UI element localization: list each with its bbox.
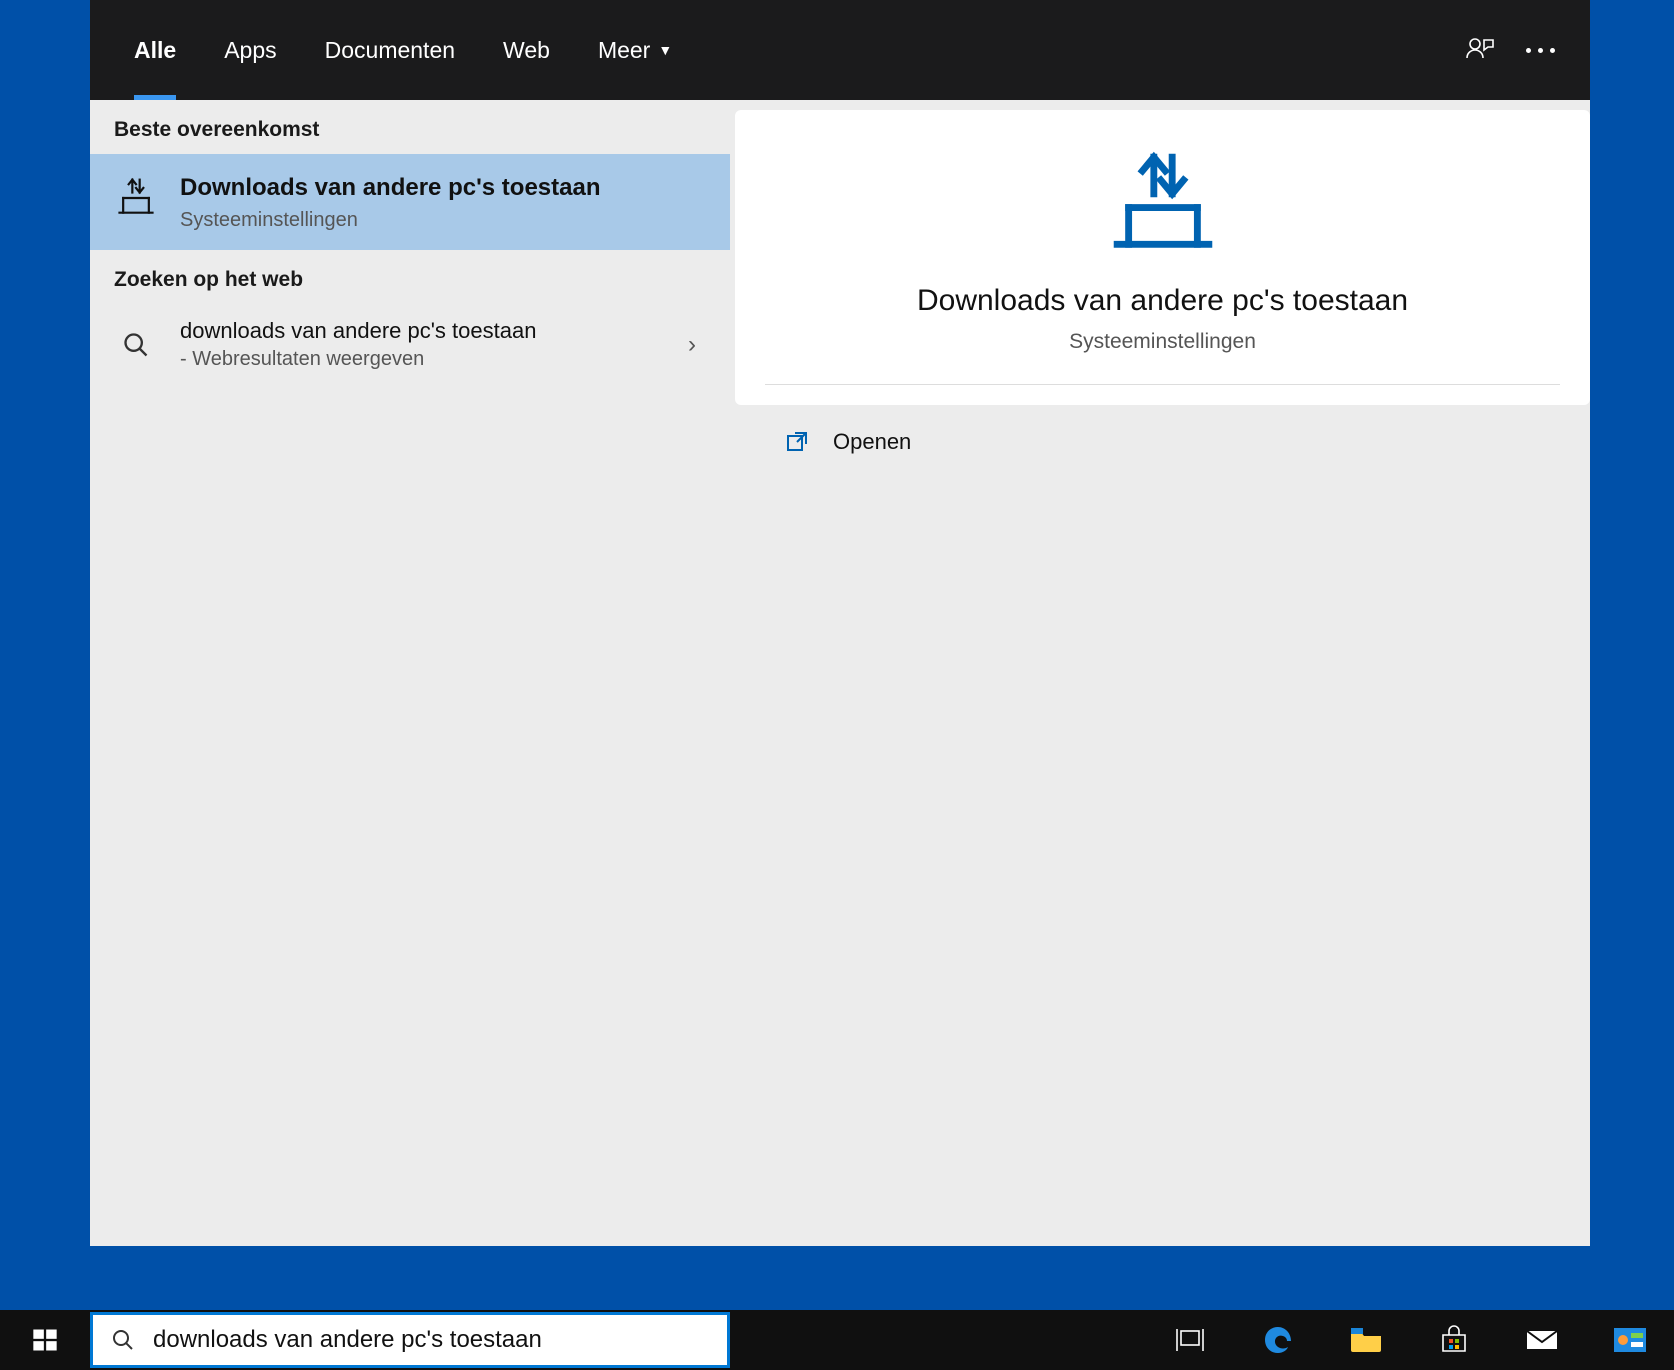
task-view-button[interactable]: [1146, 1310, 1234, 1370]
result-subtitle: - Webresultaten weergeven: [180, 348, 666, 371]
control-panel-icon: [1613, 1327, 1647, 1353]
start-button[interactable]: [0, 1310, 90, 1370]
tab-web[interactable]: Web: [479, 0, 574, 100]
open-icon: [785, 430, 809, 454]
tab-documents[interactable]: Documenten: [301, 0, 479, 100]
result-title: downloads van andere pc's toestaan: [180, 318, 666, 344]
open-action[interactable]: Openen: [735, 405, 1590, 479]
tab-label: Alle: [134, 37, 176, 64]
tab-more[interactable]: Meer ▼: [574, 0, 696, 100]
detail-pane: Downloads van andere pc's toestaan Syste…: [730, 100, 1590, 1246]
folder-icon: [1349, 1326, 1383, 1354]
result-text: Downloads van andere pc's toestaan Syste…: [180, 172, 706, 232]
search-icon: [114, 331, 158, 359]
group-header-web-search: Zoeken op het web: [90, 250, 730, 304]
chevron-down-icon: ▼: [658, 42, 672, 58]
more-icon: [1526, 48, 1555, 53]
taskbar-search-box[interactable]: [90, 1312, 730, 1368]
file-explorer-button[interactable]: [1322, 1310, 1410, 1370]
detail-title: Downloads van andere pc's toestaan: [917, 284, 1408, 318]
mail-button[interactable]: [1498, 1310, 1586, 1370]
group-header-best-match: Beste overeenkomst: [90, 100, 730, 154]
options-button[interactable]: [1510, 20, 1570, 80]
mail-icon: [1525, 1327, 1559, 1353]
chevron-right-icon: ›: [688, 331, 706, 359]
search-panel: Alle Apps Documenten Web Meer ▼ Beste ove…: [90, 0, 1590, 1246]
windows-icon: [31, 1326, 59, 1354]
edge-icon: [1262, 1324, 1294, 1356]
control-panel-button[interactable]: [1586, 1310, 1674, 1370]
search-icon: [111, 1328, 135, 1352]
feedback-button[interactable]: [1450, 20, 1510, 80]
result-best-match[interactable]: Downloads van andere pc's toestaan Syste…: [90, 154, 730, 250]
store-icon: [1439, 1325, 1469, 1355]
result-subtitle: Systeeminstellingen: [180, 209, 706, 232]
store-button[interactable]: [1410, 1310, 1498, 1370]
detail-subtitle: Systeeminstellingen: [1069, 330, 1256, 354]
tab-apps[interactable]: Apps: [200, 0, 300, 100]
tab-label: Documenten: [325, 37, 455, 64]
search-tab-bar: Alle Apps Documenten Web Meer ▼: [90, 0, 1590, 100]
delivery-optimization-icon: [1108, 148, 1218, 258]
search-input[interactable]: [153, 1326, 709, 1354]
search-body: Beste overeenkomst Downloads van andere …: [90, 100, 1590, 1246]
task-view-icon: [1175, 1327, 1205, 1353]
taskbar: [0, 1310, 1674, 1370]
action-label: Openen: [833, 429, 911, 455]
delivery-optimization-icon: [114, 172, 158, 220]
tab-label: Web: [503, 37, 550, 64]
result-text: downloads van andere pc's toestaan - Web…: [180, 318, 666, 371]
result-title: Downloads van andere pc's toestaan: [180, 172, 706, 203]
edge-button[interactable]: [1234, 1310, 1322, 1370]
tab-all[interactable]: Alle: [110, 0, 200, 100]
tab-label: Meer: [598, 37, 650, 64]
taskbar-apps: [1146, 1310, 1674, 1370]
separator: [765, 384, 1560, 385]
detail-card: Downloads van andere pc's toestaan Syste…: [735, 110, 1590, 405]
tab-label: Apps: [224, 37, 276, 64]
feedback-icon: [1464, 34, 1496, 66]
results-list: Beste overeenkomst Downloads van andere …: [90, 100, 730, 1246]
result-web-search[interactable]: downloads van andere pc's toestaan - Web…: [90, 304, 730, 385]
